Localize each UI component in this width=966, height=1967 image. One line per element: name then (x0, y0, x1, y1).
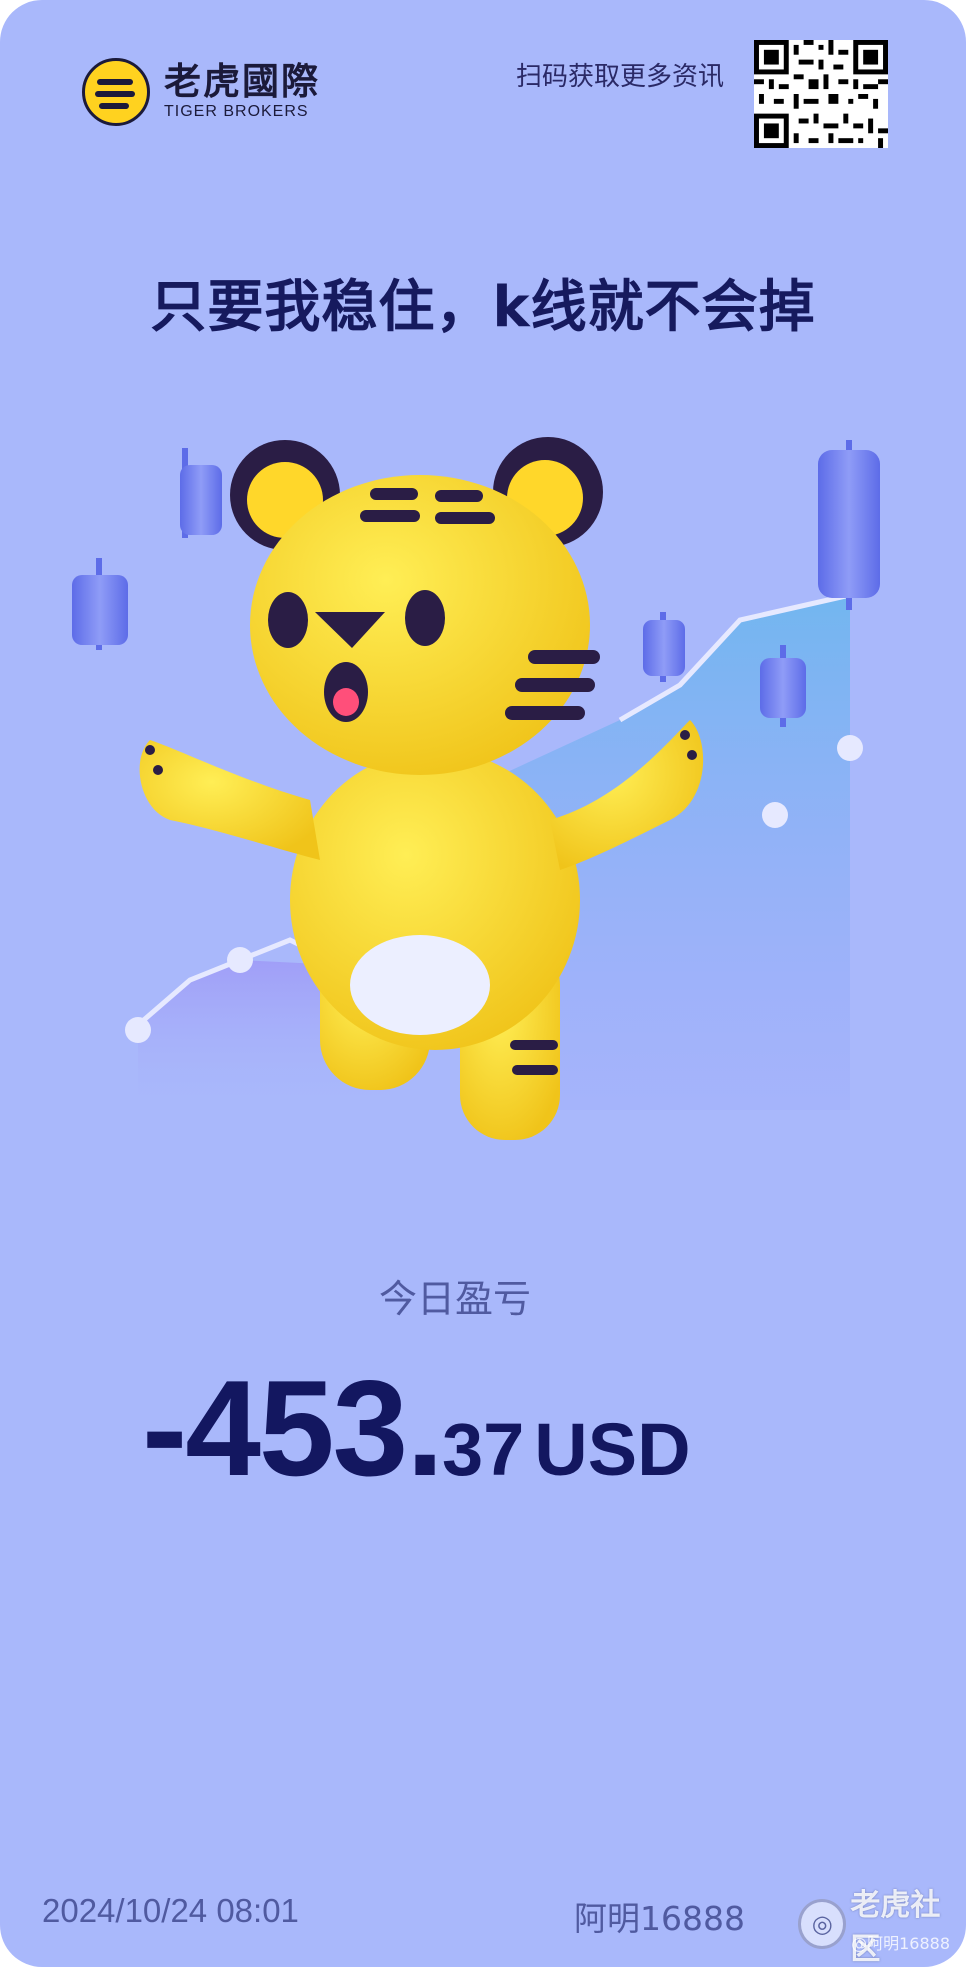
share-card: 老虎國際 TIGER BROKERS 扫码获取更多资讯 只要我稳住，k线就不会掉… (0, 0, 966, 1967)
pnl-integer: -453. (142, 1352, 444, 1504)
tiger-logo-icon (82, 58, 150, 126)
pnl-decimal: 37 (441, 1408, 525, 1491)
pnl-currency: USD (534, 1408, 691, 1491)
qr-caption: 扫码获取更多资讯 (515, 62, 724, 92)
community-logo-icon: ◎ (798, 1899, 847, 1949)
pnl-amount: -453.37 USD (142, 1350, 691, 1506)
watermark: @阿明16888 (851, 1934, 950, 1953)
headline: 只要我稳住，k线就不会掉 (150, 275, 816, 340)
brand-name-cn: 老虎國際 (164, 61, 320, 102)
brand-name-en: TIGER BROKERS (164, 103, 309, 120)
tiger-mascot-illustration (72, 437, 880, 1140)
qr-code-icon[interactable] (754, 40, 888, 148)
username: 阿明16888 (574, 1899, 745, 1938)
brand-logo: 老虎國際 TIGER BROKERS (82, 58, 320, 126)
pnl-label: 今日盈亏 (378, 1277, 531, 1321)
timestamp: 2024/10/24 08:01 (42, 1892, 299, 1929)
